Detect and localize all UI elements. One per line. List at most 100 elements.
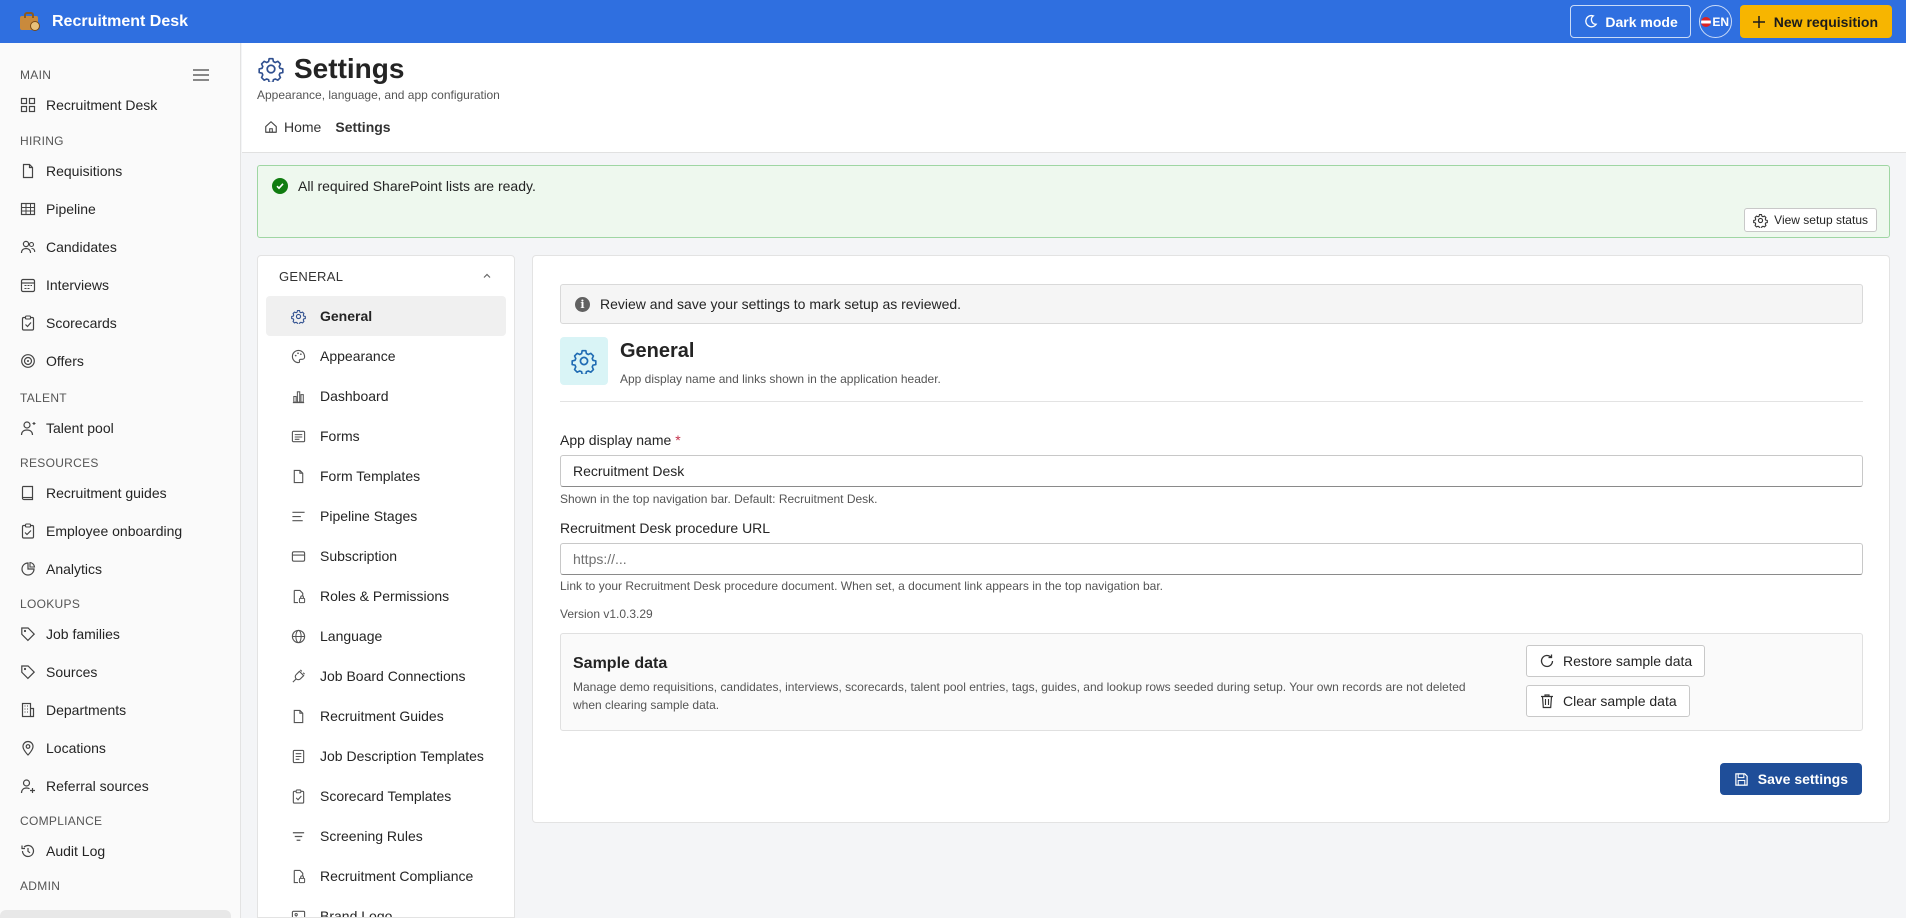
page-subtitle: Appearance, language, and app configurat…	[257, 88, 500, 102]
document-icon	[293, 709, 304, 723]
settings-nav-recruitment-compliance[interactable]: Recruitment Compliance	[266, 856, 506, 896]
settings-nav-pipeline-stages[interactable]: Pipeline Stages	[266, 496, 506, 536]
sidebar-item-job-families[interactable]: Job families	[0, 615, 240, 653]
settings-nav-appearance[interactable]: Appearance	[266, 336, 506, 376]
sidebar-item-employee-onboarding[interactable]: Employee onboarding	[0, 512, 240, 550]
plug-icon	[292, 669, 305, 683]
sidebar-item-pipeline[interactable]: Pipeline	[0, 190, 240, 228]
save-icon	[1735, 772, 1748, 786]
sidebar-item-analytics[interactable]: Analytics	[0, 550, 240, 588]
review-info-bar: i Review and save your settings to mark …	[560, 284, 1863, 324]
settings-nav-form-templates[interactable]: Form Templates	[266, 456, 506, 496]
sidebar-item-locations[interactable]: Locations	[0, 729, 240, 767]
breadcrumb-home[interactable]: Home	[264, 119, 321, 135]
new-requisition-button[interactable]: New requisition	[1739, 5, 1892, 38]
sidebar-item-offers[interactable]: Offers	[0, 342, 240, 380]
calendar-icon	[20, 278, 36, 293]
document-list-icon	[292, 749, 305, 763]
sidebar-item-recruitment-guides[interactable]: Recruitment guides	[0, 474, 240, 512]
sidebar-section-main: MAIN	[0, 64, 240, 86]
clear-sample-data-button[interactable]: Clear sample data	[1526, 685, 1690, 717]
settings-nav-forms[interactable]: Forms	[266, 416, 506, 456]
hamburger-icon	[193, 69, 209, 81]
sidebar-item-talent-pool[interactable]: Talent pool	[0, 409, 240, 447]
settings-nav-subscription[interactable]: Subscription	[266, 536, 506, 576]
globe-icon	[291, 629, 306, 643]
palette-icon	[291, 349, 306, 363]
save-settings-button[interactable]: Save settings	[1719, 763, 1862, 795]
procedure-url-input[interactable]	[560, 543, 1863, 575]
document-icon	[22, 163, 34, 179]
moon-icon	[1585, 14, 1598, 28]
section-gear-icon	[560, 337, 608, 385]
sidebar-item-candidates[interactable]: Candidates	[0, 228, 240, 266]
sample-data-title: Sample data	[573, 655, 668, 672]
app-brand[interactable]: Recruitment Desk	[18, 11, 188, 33]
settings-nav-roles-permissions[interactable]: Roles & Permissions	[266, 576, 506, 616]
history-icon	[21, 844, 35, 858]
clipboard-check-icon	[21, 523, 35, 539]
info-icon: i	[575, 296, 590, 312]
new-requisition-label: New requisition	[1773, 13, 1878, 30]
sidebar-section-hiring: HIRING	[20, 134, 64, 148]
dark-mode-button[interactable]: Dark mode	[1570, 5, 1691, 38]
settings-nav-job-description-templates[interactable]: Job Description Templates	[266, 736, 506, 776]
lock-icon	[293, 869, 306, 883]
menu-collapse-button[interactable]	[193, 64, 211, 86]
procedure-url-label: Recruitment Desk procedure URL	[560, 520, 771, 536]
sidebar-section-talent: TALENT	[20, 391, 67, 405]
settings-nav-dashboard[interactable]: Dashboard	[266, 376, 506, 416]
top-navigation-bar: Recruitment Desk Dark mode EN New requis…	[0, 0, 1906, 43]
sidebar-item-sources[interactable]: Sources	[0, 653, 240, 691]
sidebar-item-recruitment-desk[interactable]: Recruitment Desk	[0, 86, 240, 124]
gear-icon	[258, 57, 284, 82]
settings-group-general[interactable]: GENERAL	[258, 256, 514, 296]
flag-icon	[1701, 16, 1712, 27]
settings-nav-recruitment-guides[interactable]: Recruitment Guides	[266, 696, 506, 736]
settings-nav-language[interactable]: Language	[266, 616, 506, 656]
view-setup-status-button[interactable]: View setup status	[1744, 208, 1877, 232]
target-icon	[21, 354, 35, 368]
settings-nav-screening-rules[interactable]: Screening Rules	[266, 816, 506, 856]
required-marker: *	[675, 432, 681, 448]
app-title: Recruitment Desk	[52, 12, 189, 30]
plus-icon	[1752, 15, 1765, 28]
sidebar-item-scorecards[interactable]: Scorecards	[0, 304, 240, 342]
setup-success-banner: All required SharePoint lists are ready.…	[257, 165, 1890, 238]
form-icon	[291, 430, 306, 442]
gear-icon	[1753, 213, 1768, 228]
app-display-name-input[interactable]	[560, 455, 1863, 487]
sidebar-item-requisitions[interactable]: Requisitions	[0, 152, 240, 190]
sidebar-item-interviews[interactable]: Interviews	[0, 266, 240, 304]
lock-icon	[293, 589, 306, 603]
restore-sample-data-button[interactable]: Restore sample data	[1526, 645, 1706, 677]
trash-icon	[1541, 694, 1553, 709]
language-switcher[interactable]: EN	[1698, 5, 1732, 38]
chevron-up-icon	[483, 273, 491, 278]
settings-nav-job-board-connections[interactable]: Job Board Connections	[266, 656, 506, 696]
person-icon	[20, 421, 36, 436]
grid-icon	[20, 202, 36, 216]
gear-icon	[291, 309, 306, 324]
person-add-icon	[20, 779, 35, 794]
refresh-icon	[1540, 654, 1554, 668]
briefcase-logo-icon	[18, 11, 42, 33]
sidebar-item-referral-sources[interactable]: Referral sources	[0, 767, 240, 805]
settings-nav-general[interactable]: General	[266, 296, 506, 336]
sidebar-section-compliance: COMPLIANCE	[20, 814, 103, 828]
section-divider	[560, 401, 1863, 402]
sidebar-item-departments[interactable]: Departments	[0, 691, 240, 729]
section-title: General	[620, 340, 695, 362]
procedure-url-hint: Link to your Recruitment Desk procedure …	[560, 579, 1163, 593]
app-version: Version v1.0.3.29	[560, 607, 653, 621]
checkmark-icon	[272, 178, 288, 194]
settings-nav-brand-logo[interactable]: Brand Logo	[266, 896, 506, 917]
sidebar-item-audit-log[interactable]: Audit Log	[0, 832, 240, 870]
book-icon	[21, 485, 34, 501]
page-title: Settings	[258, 53, 404, 85]
building-icon	[21, 702, 35, 718]
settings-nav-scorecard-templates[interactable]: Scorecard Templates	[266, 776, 506, 816]
sidebar-item-settings-active[interactable]	[0, 910, 231, 918]
clipboard-icon	[21, 315, 35, 331]
home-icon	[265, 121, 277, 133]
